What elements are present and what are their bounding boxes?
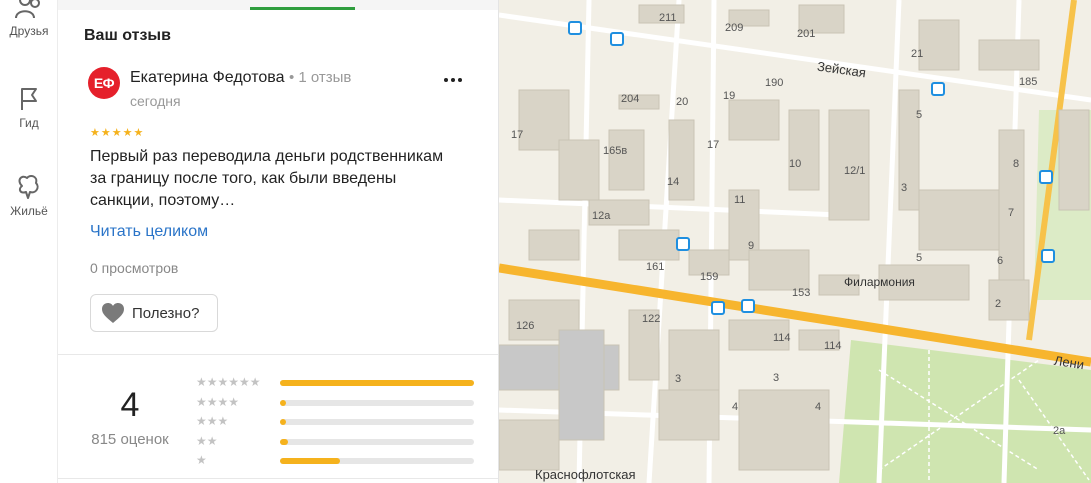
house-number: 10 [789,158,802,170]
house-number: 6 [997,255,1004,267]
house-number: 114 [824,340,842,352]
distribution-stars: ★★ [196,433,218,448]
author-name[interactable]: Екатерина Федотова [130,69,285,86]
author-line: Екатерина Федотова • 1 отзыв [130,69,351,87]
house-number: 114 [773,332,791,344]
nav-item-label: Гид [19,116,39,130]
review-rating-stars: ★★★★★ [90,127,145,139]
nav-item-friends[interactable]: Друзья [0,0,58,38]
review-text: Первый раз переводила деньги родственник… [90,148,444,209]
views-count: 0 просмотров [90,260,179,276]
house-number: 190 [765,77,784,89]
dot-icon [451,78,455,82]
house-number: 209 [725,22,744,34]
section-title: Ваш отзыв [84,27,171,44]
author-separator: • [288,69,299,86]
house-number: 21 [911,48,924,60]
distribution-bar [280,458,474,464]
house-number: 4 [732,401,739,413]
useful-button[interactable]: Полезно? [90,294,218,332]
avatar[interactable]: ЕФ [88,67,120,99]
flag-icon [21,88,37,110]
distribution-bar-fill [280,438,288,445]
distribution-row: ★★ [196,433,476,453]
useful-label: Полезно? [132,304,200,322]
distribution-bar [280,380,474,386]
rating-distribution: ★★★★★★ ★★★★ ★★★ ★★ ★ [196,374,476,472]
house-number: 161 [646,261,665,273]
house-number: 211 [659,12,677,24]
distribution-bar-fill [280,380,474,386]
house-number: 201 [797,28,816,40]
nav-item-housing[interactable]: Жильё [0,172,58,218]
house-number: 165в [603,145,628,157]
ratings-count: 815 оценок [91,431,169,448]
house-icon [18,174,39,199]
review-panel: Ваш отзыв ЕФ Екатерина Федотова • 1 отзы… [58,0,499,483]
distribution-bar-fill [280,399,286,406]
dot-icon [444,78,448,82]
street-label: Краснофлотская [535,467,636,482]
dot-icon [458,78,462,82]
distribution-stars: ★★★★★★ [196,375,261,389]
house-number: 122 [642,313,661,325]
nav-item-label: Жильё [10,204,48,218]
house-number: 12/1 [844,165,866,177]
house-number: 14 [667,176,680,188]
house-number: 5 [916,109,923,121]
more-options-button[interactable] [439,68,467,92]
house-number: 3 [901,182,908,194]
map-canvas[interactable] [499,0,1091,483]
house-number: 3 [675,373,682,385]
house-number: 126 [516,320,535,332]
house-number: 159 [700,271,719,283]
house-number: 204 [621,93,640,105]
house-number: 12а [592,210,611,222]
average-rating: 4 [120,386,140,424]
tab-bar [58,0,498,10]
review-date: сегодня [130,93,181,109]
distribution-row: ★★★ [196,413,476,433]
distribution-stars: ★ [196,453,207,467]
house-number: 3 [773,372,780,384]
distribution-stars: ★★★★ [196,394,240,409]
read-more-link[interactable]: Читать целиком [90,223,208,241]
distribution-row: ★★★★ [196,394,476,414]
distribution-row: ★★★★★★ [196,374,476,394]
distribution-bar [280,419,474,425]
house-number: 8 [1013,158,1020,170]
house-number: 153 [792,287,811,299]
nav-item-label: Друзья [9,24,49,38]
house-number: 19 [723,90,736,102]
house-number: 2 [995,298,1002,310]
nav-item-guide[interactable]: Гид [0,86,58,130]
poi-label[interactable]: Филармония [844,275,915,289]
house-number: 20 [676,96,689,108]
house-number: 4 [815,401,822,413]
heart-icon [102,303,124,323]
house-number: 7 [1008,207,1015,219]
map-view[interactable]: Зейская Лени Краснофлотская Филармония 2… [499,0,1091,483]
house-number: 17 [707,139,720,151]
nav-rail: Друзья Гид Жильё [0,0,58,483]
distribution-bar-fill [280,458,341,464]
house-number: 9 [748,240,755,252]
distribution-bar-fill [280,419,286,425]
distribution-bar [280,399,474,406]
friends-icon [15,0,40,19]
divider [58,354,498,355]
house-number: 17 [511,129,524,141]
house-number: 11 [734,194,746,206]
active-tab-indicator[interactable] [250,7,355,10]
divider [58,478,498,479]
author-reviews-count: 1 отзыв [298,69,352,86]
distribution-row: ★ [196,452,476,472]
house-number: 2а [1053,425,1066,437]
distribution-stars: ★★★ [196,414,229,428]
house-number: 5 [916,252,923,264]
distribution-bar [280,438,474,445]
house-number: 185 [1019,76,1038,88]
